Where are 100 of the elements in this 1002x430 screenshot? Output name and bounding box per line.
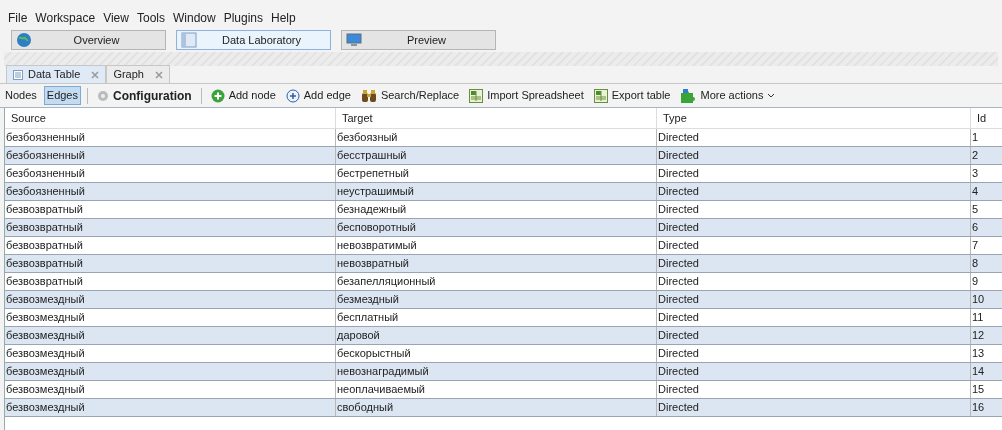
table-cell-text: безвозмездный xyxy=(5,328,86,344)
toolbar-button[interactable]: Add node xyxy=(207,85,279,106)
table-cell: 16 xyxy=(970,399,1002,416)
table-cell: Directed xyxy=(656,291,970,308)
table-cell-text: безвозвратный xyxy=(5,202,84,218)
perspective-button[interactable]: Data Laboratory xyxy=(176,30,331,50)
table-cell: свободный xyxy=(335,399,656,416)
tab-label: Data Table xyxy=(28,67,81,83)
window-icon xyxy=(181,32,197,48)
table-cell-text: безвозмездный xyxy=(5,292,86,308)
table-cell-text: безвозвратный xyxy=(5,274,84,290)
tab[interactable]: Data Table xyxy=(6,65,107,83)
table-cell: Directed xyxy=(656,147,970,164)
table-cell-text: безвозвратный xyxy=(5,238,84,254)
table-cell: Directed xyxy=(656,255,970,272)
table-cell: Directed xyxy=(656,327,970,344)
table-cell: неоплачиваемый xyxy=(335,381,656,398)
tab-label: Graph xyxy=(113,67,144,83)
table-cell: 9 xyxy=(970,273,1002,290)
table-cell: 4 xyxy=(970,183,1002,200)
menu-item[interactable]: Window xyxy=(172,9,216,30)
toolbar-button[interactable]: Import Spreadsheet xyxy=(466,85,587,106)
menu-item[interactable]: File xyxy=(8,9,28,30)
table-cell-text: безбоязненный xyxy=(5,184,86,200)
table-cell: бестрепетный xyxy=(335,165,656,182)
perspective-button[interactable]: Overview xyxy=(11,30,166,50)
table-cell: Directed xyxy=(656,273,970,290)
toolbar-button[interactable]: Export table xyxy=(590,85,674,106)
table-cell: бескорыстный xyxy=(335,345,656,362)
table-cell: 13 xyxy=(970,345,1002,362)
plus-circle-icon xyxy=(285,88,300,103)
toolbar-button[interactable]: Configuration xyxy=(94,85,195,106)
menu-item[interactable]: View xyxy=(103,9,129,30)
spreadsheet-icon xyxy=(469,88,484,103)
column-header[interactable]: Target xyxy=(335,108,656,128)
column-header[interactable]: Source xyxy=(5,108,335,128)
table-cell: 15 xyxy=(970,381,1002,398)
table-cell: 11 xyxy=(970,309,1002,326)
plus-circle-icon xyxy=(210,88,225,103)
table-cell: 5 xyxy=(970,201,1002,218)
toolbar-button[interactable]: Search/Replace xyxy=(357,85,463,106)
column-header[interactable]: Id xyxy=(970,108,1002,128)
binoculars-icon xyxy=(360,88,377,103)
table-cell: Directed xyxy=(656,219,970,236)
table-cell: 10 xyxy=(970,291,1002,308)
table-cell: Directed xyxy=(656,363,970,380)
table-cell: безапелляционный xyxy=(335,273,656,290)
table-cell: Directed xyxy=(656,399,970,416)
perspective-button[interactable]: Preview xyxy=(341,30,496,50)
table-cell-text: безбоязненный xyxy=(5,148,86,164)
table-cell-text: безвозвратный xyxy=(5,220,84,236)
table-cell: неустрашимый xyxy=(335,183,656,200)
table-cell: 12 xyxy=(970,327,1002,344)
chevron-down-icon xyxy=(767,92,776,99)
table-cell-text: безвозмездный xyxy=(5,400,86,416)
table-cell: 8 xyxy=(970,255,1002,272)
table-cell: 14 xyxy=(970,363,1002,380)
table-cell: даровой xyxy=(335,327,656,344)
tab[interactable]: Graph xyxy=(106,65,170,83)
table-cell: 2 xyxy=(970,147,1002,164)
gear-icon xyxy=(97,89,109,102)
table-cell-text: безвозмездный xyxy=(5,364,86,380)
table-cell: Directed xyxy=(656,201,970,218)
table-cell: 3 xyxy=(970,165,1002,182)
close-icon[interactable] xyxy=(91,70,100,79)
table-cell: 1 xyxy=(970,129,1002,146)
table-cell: безбоязный xyxy=(335,129,656,146)
menu-item[interactable]: Help xyxy=(271,9,296,30)
table-cell: бесплатный xyxy=(335,309,656,326)
table-cell-text: безвозмездный xyxy=(5,346,86,362)
table-cell: Directed xyxy=(656,165,970,182)
table-cell-text: безвозмездный xyxy=(5,382,86,398)
table-cell-text: безвозвратный xyxy=(5,256,84,272)
table-cell: Directed xyxy=(656,381,970,398)
toolbar-button[interactable]: Add edge xyxy=(282,85,354,106)
toggle-button[interactable]: Nodes xyxy=(2,86,40,105)
toolbar-button[interactable]: More actions xyxy=(677,85,779,106)
table-cell: Directed xyxy=(656,345,970,362)
table-cell: Directed xyxy=(656,237,970,254)
table-cell: безнадежный xyxy=(335,201,656,218)
table-cell: невознаградимый xyxy=(335,363,656,380)
table-cell: безмездный xyxy=(335,291,656,308)
puzzle-icon xyxy=(680,87,697,104)
toggle-button[interactable]: Edges xyxy=(43,86,81,105)
menu-item[interactable]: Plugins xyxy=(223,9,263,30)
table-cell: 7 xyxy=(970,237,1002,254)
column-header[interactable]: Type xyxy=(656,108,970,128)
table-cell: Directed xyxy=(656,129,970,146)
monitor-icon xyxy=(346,32,362,48)
table-cell: Directed xyxy=(656,183,970,200)
table-cell-text: безбоязненный xyxy=(5,166,86,182)
menu-item[interactable]: Tools xyxy=(136,9,165,30)
table-cell: невозвратимый xyxy=(335,237,656,254)
globe-icon xyxy=(16,32,32,48)
table-cell-text: безбоязненный xyxy=(5,130,86,146)
close-icon[interactable] xyxy=(154,70,163,79)
spreadsheet-icon xyxy=(593,88,608,103)
menu-item[interactable]: Workspace xyxy=(35,9,96,30)
table-cell-text: безвозмездный xyxy=(5,310,86,326)
table-cell: бесстрашный xyxy=(335,147,656,164)
